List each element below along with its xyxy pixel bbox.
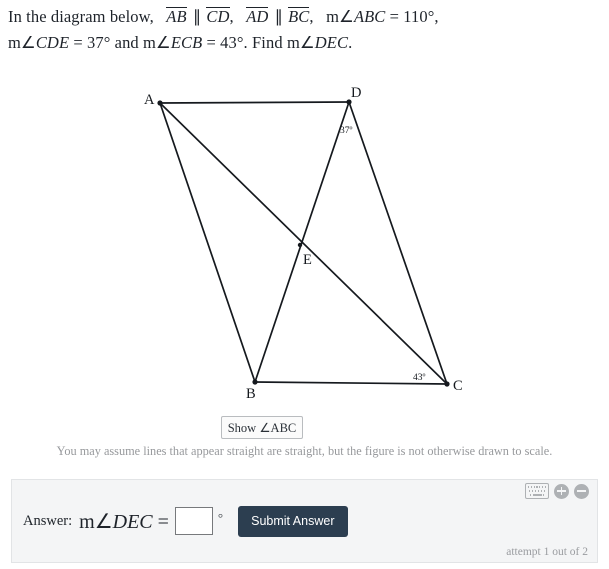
zoom-out-icon[interactable] (574, 483, 589, 499)
answer-row: Answer: m∠DEC = ° Submit Answer (23, 506, 348, 537)
angle-abc-value: = 110°, (389, 7, 439, 26)
vertex-point-c (444, 381, 450, 387)
geometry-figure-area: A B C D E 37º 43º (0, 62, 609, 417)
vertex-label-d: D (351, 85, 362, 101)
find-period: . (348, 33, 353, 52)
find-text: Find (252, 33, 283, 52)
geometry-diagram (157, 99, 450, 387)
segment-dc (348, 101, 448, 385)
parallel-symbol-1: ∥ (192, 7, 201, 26)
angle-cde-mark: 37º (340, 126, 353, 136)
angle-ecb-prefix: m∠ (143, 33, 171, 52)
segment-ab (159, 102, 256, 383)
answer-expression: m∠DEC = (79, 509, 169, 534)
angle-cde-prefix: m∠ (8, 33, 36, 52)
vertex-label-c: C (453, 378, 463, 394)
angle-abc-name: ABC (353, 7, 386, 26)
answer-input[interactable] (174, 507, 213, 536)
segment-cd-label: CD (206, 7, 230, 26)
assumption-note: You may assume lines that appear straigh… (56, 444, 553, 458)
keyboard-icon[interactable] (525, 483, 549, 499)
degree-symbol: ° (217, 510, 224, 525)
zoom-in-icon[interactable] (554, 483, 569, 499)
vertex-point-e (297, 242, 303, 248)
angle-ecb-mark: 43º (413, 373, 426, 383)
conjunction: and (114, 33, 139, 52)
segment-bc-label: BC (288, 7, 310, 26)
segment-bd (254, 101, 350, 383)
vertex-label-e: E (303, 252, 312, 268)
angle-ecb-value: = 43°. (206, 33, 248, 52)
vertex-label-a: A (144, 92, 155, 108)
segment-ad-label: AD (246, 7, 269, 26)
segment-ac (159, 102, 448, 385)
vertex-point-a (157, 100, 163, 106)
answer-toolbar (525, 483, 589, 499)
answer-panel: Answer: m∠DEC = ° Submit Answer attempt … (11, 479, 598, 563)
angle-cde-value: = 37° (73, 33, 111, 52)
answer-expression-name: DEC (112, 510, 153, 533)
answer-label: Answer: (23, 512, 73, 529)
segment-ab-label: AB (166, 7, 187, 26)
problem-intro: In the diagram below, (8, 7, 154, 26)
angle-ecb-name: ECB (170, 33, 203, 52)
problem-statement: In the diagram below, AB ∥ CD, AD ∥ BC, … (8, 4, 602, 56)
find-angle-prefix: m∠ (286, 33, 315, 52)
vertex-point-b (252, 379, 258, 385)
vertex-label-b: B (246, 386, 256, 402)
angle-cde-name: CDE (35, 33, 70, 52)
angle-abc-prefix: m∠ (326, 7, 354, 26)
show-angle-abc-button[interactable]: Show ∠ABC (221, 416, 303, 439)
submit-answer-button[interactable]: Submit Answer (238, 506, 348, 537)
answer-expression-prefix: m∠ (79, 510, 113, 533)
attempt-counter: attempt 1 out of 2 (506, 546, 588, 558)
find-angle-name: DEC (314, 33, 349, 52)
comma-2: , (309, 7, 314, 26)
parallel-symbol-2: ∥ (274, 7, 283, 26)
segment-ad (159, 101, 350, 104)
comma-1: , (229, 7, 234, 26)
answer-expression-equals: = (157, 510, 169, 533)
